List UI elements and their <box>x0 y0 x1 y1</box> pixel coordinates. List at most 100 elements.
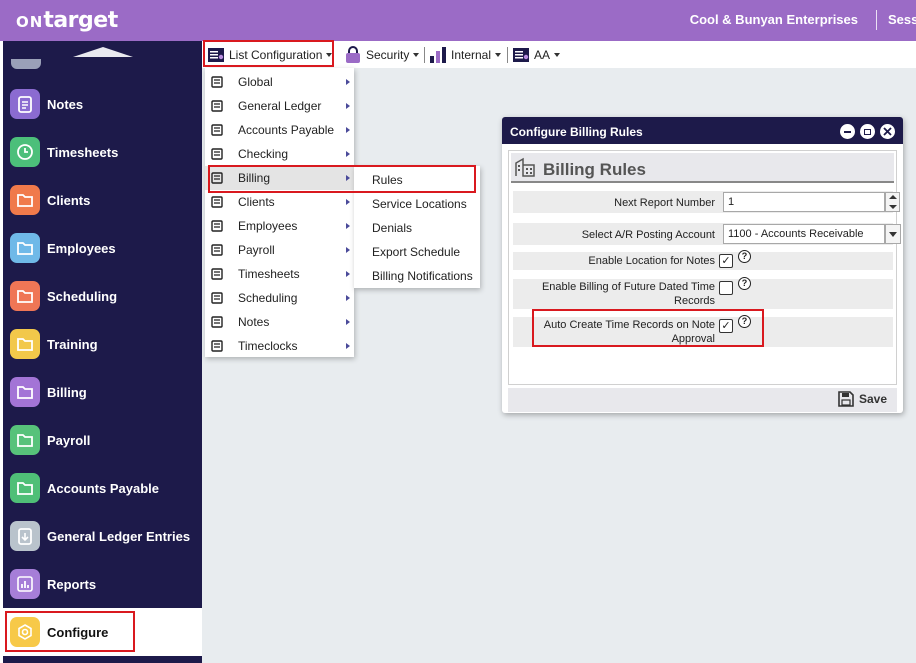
chevron-right-icon <box>346 295 350 301</box>
billing-icon <box>210 171 224 185</box>
sidebar-item-label: Timesheets <box>47 144 119 160</box>
sidebar-item-billing[interactable]: Billing <box>3 368 202 416</box>
future-billing-label-line2: Records <box>674 295 715 307</box>
submenu-item-label: Rules <box>372 173 403 187</box>
menu-item-payroll[interactable]: Payroll <box>205 238 354 262</box>
menu-item-label: Employees <box>238 219 298 233</box>
sidebar-scroll-up[interactable] <box>3 41 202 59</box>
maximize-icon[interactable] <box>860 124 875 139</box>
next-report-input[interactable]: 1 <box>723 192 885 212</box>
chevron-up-icon[interactable] <box>889 195 897 199</box>
sidebar-item-clients[interactable]: Clients <box>3 176 202 224</box>
close-icon[interactable] <box>880 124 895 139</box>
help-icon[interactable]: ? <box>738 250 751 263</box>
dialog-body: Billing Rules Next Report Number 1 Selec… <box>508 150 901 385</box>
menu-item-scheduling[interactable]: Scheduling <box>205 286 354 310</box>
menu-item-checking[interactable]: Checking <box>205 142 354 166</box>
submenu-item-service-locations[interactable]: Service Locations <box>354 192 480 216</box>
list-configuration-menu[interactable]: List Configuration <box>207 44 333 66</box>
ar-account-label: Select A/R Posting Account <box>581 229 715 241</box>
chevron-down-icon <box>889 232 897 237</box>
future-billing-checkbox[interactable] <box>719 281 733 295</box>
alarm-clock-icon <box>210 339 224 353</box>
future-billing-label-line1: Enable Billing of Future Dated Time <box>541 281 715 293</box>
sidebar-item-timesheets[interactable]: Timesheets <box>3 128 202 176</box>
bar-chart-icon <box>10 569 40 599</box>
menu-item-employees[interactable]: Employees <box>205 214 354 238</box>
next-report-label: Next Report Number <box>614 197 715 209</box>
sidebar: Notes Timesheets Clients Employees Schedulin… <box>0 41 202 663</box>
toolbar: List Configuration Security Internal AA <box>202 41 916 68</box>
next-report-row: Next Report Number 1 <box>513 191 900 213</box>
menu-item-global[interactable]: Global <box>205 70 354 94</box>
sidebar-item-label: Notes <box>47 96 84 112</box>
sidebar-item-training[interactable]: Training <box>3 320 202 368</box>
enable-location-checkbox[interactable]: ✓ <box>719 254 733 268</box>
internal-label: Internal <box>451 48 492 62</box>
ar-account-select[interactable]: 1100 - Accounts Receivable <box>723 224 885 244</box>
chevron-right-icon <box>346 199 350 205</box>
notes-icon <box>210 315 224 329</box>
auto-create-checkbox[interactable]: ✓ <box>719 319 733 333</box>
submenu-item-denials[interactable]: Denials <box>354 216 480 240</box>
menu-item-label: Checking <box>238 147 289 161</box>
company-name[interactable]: Cool & Bunyan Enterprises <box>690 12 858 27</box>
sidebar-item-reports[interactable]: Reports <box>3 560 202 608</box>
select-dropdown-button[interactable] <box>885 224 901 244</box>
submenu-item-export-schedule[interactable]: Export Schedule <box>354 240 480 264</box>
payroll-icon <box>210 243 224 257</box>
building-icon <box>515 157 535 177</box>
number-stepper[interactable] <box>885 192 900 212</box>
menu-item-notes[interactable]: Notes <box>205 310 354 334</box>
menu-item-timeclocks[interactable]: Timeclocks <box>205 334 354 358</box>
folder-icon <box>10 473 40 503</box>
dialog-title-bar[interactable]: Configure Billing Rules <box>502 117 903 144</box>
menu-item-timesheets[interactable]: Timesheets <box>205 262 354 286</box>
ar-account-row: Select A/R Posting Account 1100 - Accoun… <box>513 223 901 245</box>
session-menu[interactable]: Sess <box>888 12 916 27</box>
menu-item-billing[interactable]: Billing <box>205 166 354 190</box>
folder-icon <box>10 425 40 455</box>
aa-label: AA <box>534 48 551 62</box>
security-menu[interactable]: Security <box>344 44 420 66</box>
submenu-item-rules[interactable]: Rules <box>354 168 480 192</box>
sidebar-item-label: General Ledger Entries <box>47 528 191 544</box>
menu-item-general-ledger[interactable]: General Ledger <box>205 94 354 118</box>
save-label: Save <box>858 392 887 406</box>
future-billing-row: Enable Billing of Future Dated Time Reco… <box>513 277 893 309</box>
bar-chart-icon <box>430 47 446 63</box>
sidebar-item-accounts-payable[interactable]: Accounts Payable <box>3 464 202 512</box>
sidebar-item-employees[interactable]: Employees <box>3 224 202 272</box>
folder-icon <box>10 185 40 215</box>
notes-icon <box>10 89 40 119</box>
sidebar-item-label: Configure <box>47 624 109 640</box>
folder-icon <box>10 233 40 263</box>
sidebar-item-label: Training <box>47 336 98 352</box>
list-config-icon <box>208 48 224 62</box>
menu-item-clients[interactable]: Clients <box>205 190 354 214</box>
minimize-icon[interactable] <box>840 124 855 139</box>
ontarget-logo[interactable]: ONtarget <box>16 8 118 33</box>
chevron-right-icon <box>346 223 350 229</box>
globe-icon <box>210 75 224 89</box>
aa-menu[interactable]: AA <box>512 44 561 66</box>
help-icon[interactable]: ? <box>738 277 751 290</box>
internal-menu[interactable]: Internal <box>429 44 502 66</box>
menu-item-label: Accounts Payable <box>238 123 335 137</box>
menu-item-label: Notes <box>238 315 270 329</box>
help-icon[interactable]: ? <box>738 315 751 328</box>
menu-item-accounts-payable[interactable]: Accounts Payable <box>205 118 354 142</box>
sidebar-item-notes[interactable]: Notes <box>3 80 202 128</box>
chevron-down-icon[interactable] <box>889 205 897 209</box>
sidebar-item-payroll[interactable]: Payroll <box>3 416 202 464</box>
sidebar-item-general-ledger-entries[interactable]: General Ledger Entries <box>3 512 202 560</box>
save-button[interactable]: Save <box>838 391 887 407</box>
submenu-item-billing-notifications[interactable]: Billing Notifications <box>354 264 480 288</box>
menu-item-label: Timeclocks <box>238 339 298 353</box>
sidebar-item-label: Payroll <box>47 432 91 448</box>
sidebar-item-scheduling[interactable]: Scheduling <box>3 272 202 320</box>
chevron-right-icon <box>346 271 350 277</box>
sidebar-item-configure[interactable]: Configure <box>3 608 202 656</box>
hexagon-gear-icon <box>10 617 40 647</box>
folder-icon <box>10 329 40 359</box>
